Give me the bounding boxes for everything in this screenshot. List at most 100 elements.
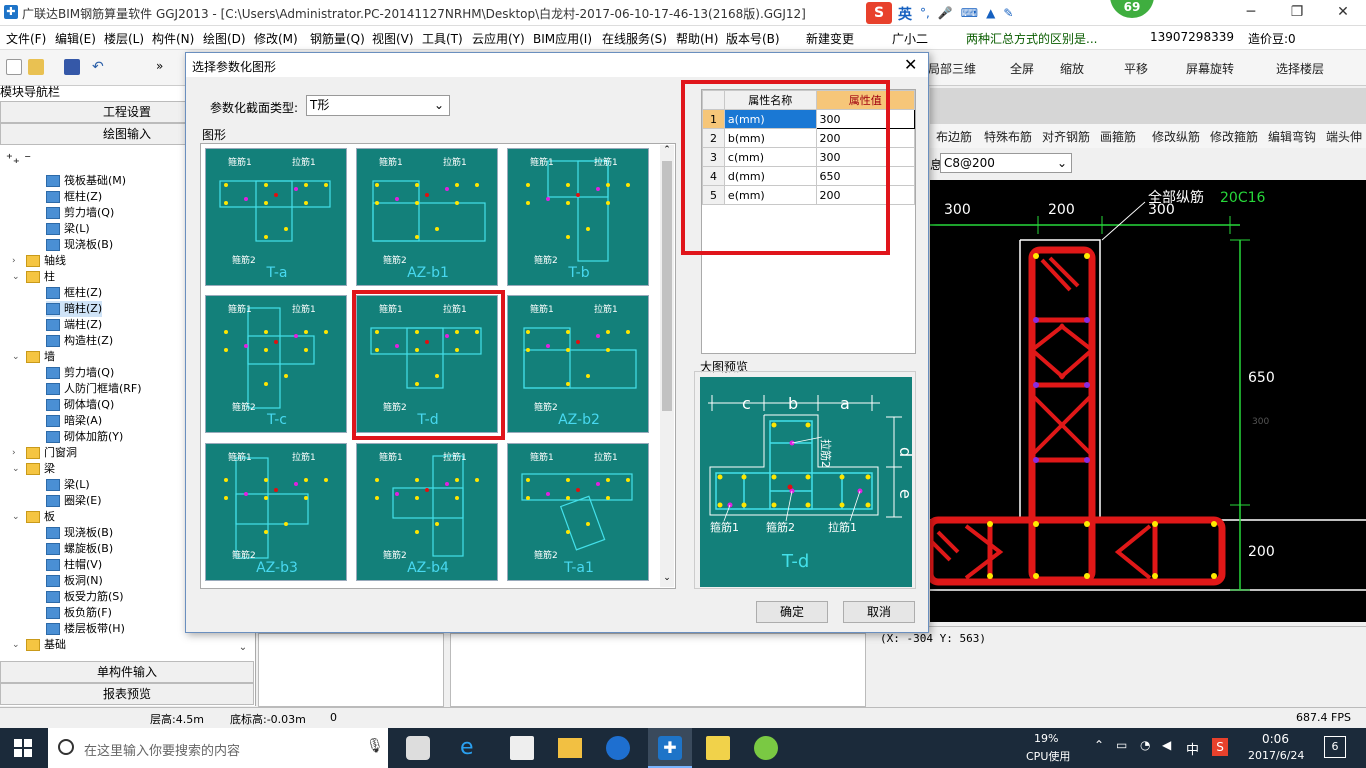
store-icon[interactable] <box>510 736 534 760</box>
tree-item[interactable]: 端柱(Z) <box>46 317 102 333</box>
modify-long-rebar-button[interactable]: 修改纵筋 <box>1152 128 1200 145</box>
menu-new-change[interactable]: 新建变更 <box>806 30 854 47</box>
tree-item[interactable]: 梁 <box>26 461 55 477</box>
glodon-g-icon[interactable] <box>606 736 630 760</box>
shape-thumb[interactable]: 箍筋1 拉筋1 箍筋2 T-a1 <box>507 443 649 581</box>
undo-icon[interactable]: ↶ <box>92 59 108 75</box>
tree-item[interactable]: 基础 <box>26 637 66 653</box>
cancel-button[interactable]: 取消 <box>843 601 915 623</box>
new-file-icon[interactable] <box>6 59 22 75</box>
expand-chevron-icon[interactable]: › <box>12 256 16 266</box>
shape-thumb[interactable]: 箍筋1 拉筋1 箍筋2 AZ-b1 <box>356 148 498 286</box>
gallery-scrollbar[interactable]: ⌃ ⌄ <box>660 145 674 587</box>
ime-indicator[interactable]: 中 <box>1186 739 1199 758</box>
shape-thumb[interactable]: 箍筋1 拉筋1 箍筋2 T-b <box>507 148 649 286</box>
tools-icon[interactable]: ✎ <box>1003 6 1013 20</box>
open-folder-icon[interactable] <box>28 59 44 75</box>
sogou-ime-icon[interactable]: S <box>866 2 892 24</box>
scroll-up-icon[interactable]: ⌃ <box>660 145 674 155</box>
rotate-screen-button[interactable]: 屏幕旋转 <box>1186 60 1234 77</box>
menu-online[interactable]: 在线服务(S) <box>602 30 667 47</box>
menu-version[interactable]: 版本号(B) <box>726 30 780 47</box>
menu-view[interactable]: 视图(V) <box>372 30 414 47</box>
side-rebar-button[interactable]: 布边筋 <box>936 128 972 145</box>
volume-icon[interactable]: ◀ <box>1162 738 1171 752</box>
notice-link[interactable]: 两种汇总方式的区别是... <box>966 30 1097 47</box>
edge-icon[interactable]: e <box>460 736 484 760</box>
restore-button[interactable]: ❐ <box>1274 0 1320 26</box>
shape-thumb[interactable]: 箍筋1 拉筋1 箍筋2 AZ-b4 <box>356 443 498 581</box>
drawing-canvas[interactable]: 300 200 300 650 200 300 全部纵筋 20C16 <box>926 180 1366 622</box>
select-floor-button[interactable]: 选择楼层 <box>1276 60 1324 77</box>
shape-thumb[interactable]: 箍筋1 拉筋1 箍筋2 T-a <box>205 148 347 286</box>
align-rebar-button[interactable]: 对齐钢筋 <box>1042 128 1090 145</box>
zoom-button[interactable]: 缩放 <box>1060 60 1084 77</box>
partial-3d-button[interactable]: 局部三维 <box>928 60 976 77</box>
ok-button[interactable]: 确定 <box>756 601 828 623</box>
tree-item[interactable]: 板负筋(F) <box>46 605 112 621</box>
save-icon[interactable] <box>64 59 80 75</box>
task-view-icon[interactable] <box>406 736 430 760</box>
tree-item[interactable]: 现浇板(B) <box>46 237 113 253</box>
menu-component[interactable]: 构件(N) <box>152 30 194 47</box>
tree-item[interactable]: 构造柱(Z) <box>46 333 113 349</box>
active-app-tab[interactable]: ✚ <box>648 728 692 768</box>
tree-item[interactable]: 暗柱(Z) <box>46 301 103 317</box>
user-phone[interactable]: 13907298339 <box>1150 30 1234 44</box>
tree-item[interactable]: 梁(L) <box>46 477 90 493</box>
tray-up-chevron-icon[interactable]: ⌃ <box>1094 738 1104 752</box>
overflow-chevron-icon[interactable]: » <box>156 59 172 75</box>
special-rebar-button[interactable]: 特殊布筋 <box>984 128 1032 145</box>
coins-label[interactable]: 造价豆:0 <box>1248 30 1296 47</box>
scroll-thumb[interactable] <box>662 161 672 411</box>
tree-item[interactable]: 墙 <box>26 349 55 365</box>
menu-file[interactable]: 文件(F) <box>6 30 46 47</box>
pan-button[interactable]: 平移 <box>1124 60 1148 77</box>
file-explorer-icon[interactable] <box>558 738 582 758</box>
modify-stirrup-button[interactable]: 修改箍筋 <box>1210 128 1258 145</box>
shape-thumb[interactable]: 箍筋1 拉筋1 箍筋2 AZ-b2 <box>507 295 649 433</box>
menu-rebar-qty[interactable]: 钢筋量(Q) <box>310 30 365 47</box>
tree-item[interactable]: 板洞(N) <box>46 573 103 589</box>
close-window-button[interactable]: ✕ <box>1320 0 1366 26</box>
menu-modify[interactable]: 修改(M) <box>254 30 298 47</box>
clock-time[interactable]: 0:06 <box>1262 732 1289 746</box>
notification-center-icon[interactable]: 6 <box>1324 736 1346 758</box>
tree-item[interactable]: 框柱(Z) <box>46 189 102 205</box>
report-preview-button[interactable]: 报表预览 <box>0 683 254 705</box>
shape-thumb[interactable]: 箍筋1 拉筋1 箍筋2 AZ-b3 <box>205 443 347 581</box>
ime-mode[interactable]: 英 <box>898 4 912 24</box>
tree-item[interactable]: 框柱(Z) <box>46 285 102 301</box>
minimize-button[interactable]: ─ <box>1228 0 1274 26</box>
collapse-chevron-icon[interactable]: ⌄ <box>12 352 20 362</box>
menu-floor[interactable]: 楼层(L) <box>104 30 144 47</box>
sogou-tray-icon[interactable]: S <box>1212 738 1228 756</box>
clock-date[interactable]: 2017/6/24 <box>1248 749 1304 762</box>
edit-hook-button[interactable]: 编辑弯钩 <box>1268 128 1316 145</box>
collapse-chevron-icon[interactable]: ⌄ <box>12 464 20 474</box>
section-type-select[interactable]: T形 ⌄ <box>306 95 450 116</box>
mic-icon[interactable]: 🎤 <box>938 6 953 20</box>
menu-tools[interactable]: 工具(T) <box>422 30 463 47</box>
browser-icon[interactable] <box>754 736 778 760</box>
taskbar-search[interactable]: 在这里输入你要搜索的内容 🎙 <box>48 728 388 768</box>
punct-icon[interactable]: °, <box>920 6 930 20</box>
start-windows-icon[interactable] <box>14 739 32 757</box>
tree-item[interactable]: 圈梁(E) <box>46 493 102 509</box>
menu-help[interactable]: 帮助(H) <box>676 30 718 47</box>
tray-network-icon[interactable]: ▭ <box>1116 738 1127 752</box>
tree-item[interactable]: 暗梁(A) <box>46 413 102 429</box>
tree-item[interactable]: 人防门框墙(RF) <box>46 381 142 397</box>
dialog-close-icon[interactable]: ✕ <box>904 55 917 74</box>
keyboard-icon[interactable]: ⌨ <box>961 6 978 20</box>
menu-draw[interactable]: 绘图(D) <box>203 30 246 47</box>
shape-thumb[interactable]: 箍筋1 拉筋1 箍筋2 T-c <box>205 295 347 433</box>
scroll-down-icon[interactable]: ⌄ <box>660 573 674 583</box>
collapse-chevron-icon[interactable]: ⌄ <box>12 512 20 522</box>
collapse-chevron-icon[interactable]: ⌄ <box>12 272 20 282</box>
tree-item[interactable]: 剪力墙(Q) <box>46 205 114 221</box>
menu-bim[interactable]: BIM应用(I) <box>533 30 592 47</box>
tree-scroll-down-icon[interactable]: ⌄ <box>234 642 252 658</box>
expand-all-icon[interactable]: ⁺₊ ⁻ <box>6 152 31 167</box>
wifi-icon[interactable]: ◔ <box>1140 738 1150 752</box>
